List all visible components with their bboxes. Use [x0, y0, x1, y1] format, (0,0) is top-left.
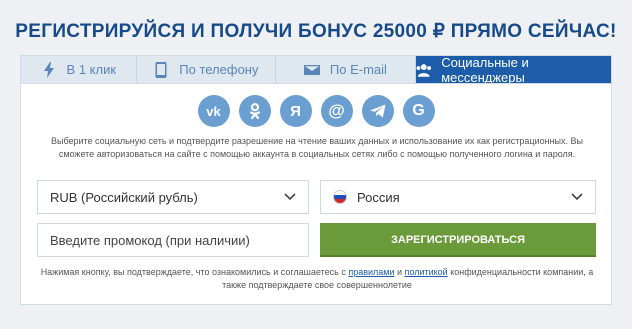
tab-one-click-label: В 1 клик [66, 62, 117, 77]
register-button[interactable]: ЗАРЕГИСТРИРОВАТЬСЯ [320, 223, 596, 257]
telegram-icon [369, 104, 385, 118]
social-info-text: Выберите социальную сеть и подтвердите р… [50, 136, 584, 159]
phone-icon [155, 61, 167, 78]
google-button[interactable]: G [402, 95, 435, 127]
registration-tabs: В 1 клик По телефону По E-mail Социальны… [20, 54, 612, 85]
country-select[interactable]: Россия [320, 180, 596, 214]
social-buttons: vk Я @ G [21, 95, 611, 127]
odnoklassniki-button[interactable] [238, 95, 271, 127]
mailru-button[interactable]: @ [320, 95, 353, 127]
tab-email[interactable]: По E-mail [276, 56, 416, 83]
terms-text: Нажимая кнопку, вы подтверждаете, что оз… [35, 266, 599, 291]
tab-phone[interactable]: По телефону [137, 56, 277, 83]
rules-link[interactable]: правилами [348, 267, 394, 277]
chevron-down-icon [571, 193, 583, 201]
country-value: Россия [357, 189, 400, 205]
mailru-icon: @ [328, 101, 345, 120]
page-title: РЕГИСТРИРУЙСЯ И ПОЛУЧИ БОНУС 25000 ₽ ПРЯ… [15, 21, 617, 42]
currency-select[interactable]: RUB (Российский рубль) [37, 180, 309, 214]
vk-button[interactable]: vk [197, 95, 230, 127]
chevron-down-icon [284, 193, 296, 201]
google-icon: G [412, 102, 425, 119]
lightning-icon [43, 61, 54, 78]
russia-flag-icon [333, 190, 347, 204]
tab-social-label: Социальные и мессенджеры [441, 54, 529, 85]
terms-and: и [394, 267, 405, 277]
tab-one-click[interactable]: В 1 клик [21, 56, 137, 83]
tab-email-label: По E-mail [329, 62, 387, 77]
tab-social[interactable]: Социальные и мессенджеры [415, 54, 611, 85]
yandex-button[interactable]: Я [279, 95, 312, 127]
yandex-icon: Я [290, 102, 301, 120]
envelope-icon [303, 64, 320, 75]
vk-icon: vk [206, 103, 221, 119]
registration-panel: vk Я @ G Выберите социальную сеть и подт… [20, 83, 612, 305]
currency-value: RUB (Российский рубль) [50, 189, 198, 205]
promo-code-input[interactable] [37, 223, 309, 257]
telegram-button[interactable] [361, 95, 394, 127]
privacy-policy-link[interactable]: политикой [405, 267, 448, 277]
odnoklassniki-icon [249, 103, 260, 120]
tab-phone-label: По телефону [179, 62, 259, 77]
terms-text-part1: Нажимая кнопку, вы подтверждаете, что оз… [40, 267, 349, 277]
users-icon [416, 63, 431, 77]
